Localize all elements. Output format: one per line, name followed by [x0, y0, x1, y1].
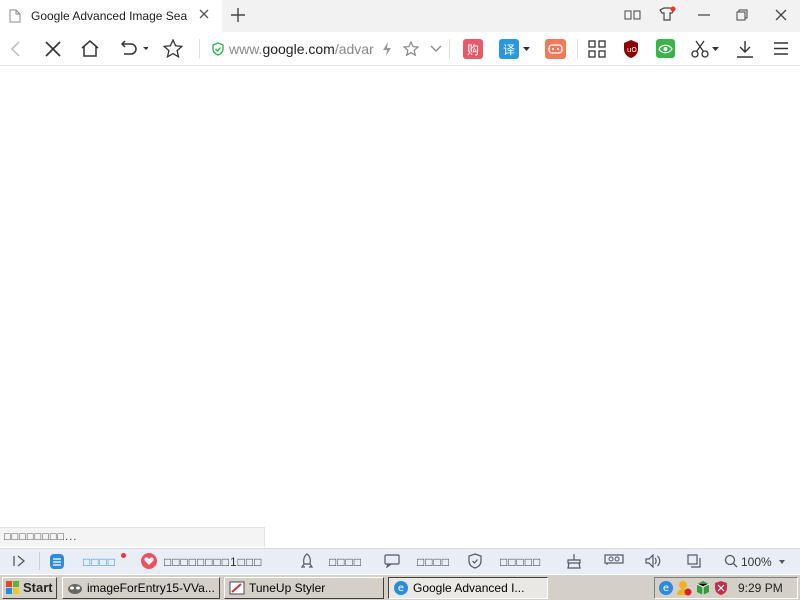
tab-title: Google Advanced Image Sea — [31, 9, 188, 23]
secure-shield-icon — [211, 42, 225, 56]
back-icon[interactable] — [10, 41, 20, 57]
comment-icon[interactable] — [384, 554, 400, 568]
statusbar-promo-label[interactable]: □□□□□□□□1□□□ — [164, 555, 262, 569]
zoom-icon[interactable] — [724, 554, 738, 568]
browser-status-bar: □□□□ □□□□□□□□1□□□ □□□□ □□□□ □□□□□ 100% — [0, 548, 800, 574]
taskbar-button-label: Google Advanced I... — [413, 581, 525, 595]
cleanup-icon[interactable] — [566, 553, 582, 569]
restore-icon[interactable] — [736, 9, 748, 21]
start-label: Start — [23, 580, 53, 595]
loading-status-text: □□□□□□□□... — [0, 527, 265, 547]
browser-app-icon: e — [394, 581, 408, 595]
taskbar-button-label: TuneUp Styler — [249, 581, 326, 595]
statusbar-speed-label[interactable]: □□□□ — [329, 555, 362, 569]
toolbar-separator — [199, 39, 200, 59]
tab-strip: Google Advanced Image Sea — [0, 0, 800, 32]
statusbar-security-label[interactable]: □□□□□ — [500, 555, 541, 569]
volume-icon[interactable] — [645, 554, 661, 568]
toolbar-separator — [449, 39, 450, 59]
start-button[interactable]: Start — [2, 577, 57, 599]
news-icon[interactable] — [50, 554, 64, 569]
taskbar-button-browser[interactable]: e Google Advanced I... — [388, 577, 548, 599]
lightning-icon[interactable] — [382, 42, 392, 56]
bookmark-star-icon[interactable] — [403, 41, 419, 56]
green-tray-icon[interactable] — [695, 580, 711, 596]
windows-taskbar: Start imageForEntry15-VVa... TuneUp Styl… — [0, 574, 800, 600]
notification-dot — [121, 553, 126, 558]
skin-icon[interactable] — [658, 6, 676, 22]
url-path: /advar — [334, 41, 374, 57]
minimize-icon[interactable] — [698, 14, 710, 16]
close-tab-icon[interactable] — [199, 9, 209, 19]
url-domain: google.com — [262, 41, 335, 57]
rocket-icon[interactable] — [300, 553, 314, 569]
user-warning-tray-icon[interactable] — [676, 580, 692, 596]
apps-grid-icon[interactable] — [588, 40, 606, 58]
home-icon[interactable] — [80, 39, 100, 57]
favorite-star-icon[interactable] — [163, 39, 183, 58]
graphics-card-icon[interactable] — [604, 554, 624, 566]
ublock-shield-icon[interactable]: uO — [622, 39, 640, 59]
game-extension-icon[interactable] — [545, 39, 566, 59]
browser-tray-icon[interactable]: e — [659, 581, 673, 595]
heart-icon[interactable] — [141, 553, 157, 569]
svg-text:uO: uO — [627, 46, 637, 54]
statusbar-news-label[interactable]: □□□□ — [83, 555, 116, 569]
toolbar-separator — [577, 39, 578, 59]
undo-icon[interactable] — [118, 40, 148, 56]
taskbar-button-label: imageForEntry15-VVa... — [87, 581, 215, 595]
shield-check-icon[interactable] — [468, 553, 482, 569]
zoom-level[interactable]: 100% — [741, 555, 772, 569]
system-clock[interactable]: 9:29 PM — [738, 581, 783, 595]
url-prefix: www. — [229, 41, 263, 57]
taskbar-button-tuneup[interactable]: TuneUp Styler — [224, 577, 384, 599]
page-content[interactable] — [0, 67, 800, 527]
window-copy-icon[interactable] — [687, 554, 701, 568]
eye-protect-icon[interactable] — [656, 39, 675, 58]
statusbar-separator — [39, 552, 40, 570]
statusbar-comment-label[interactable]: □□□□ — [417, 555, 450, 569]
tuneup-app-icon — [229, 581, 245, 595]
page-icon — [9, 9, 21, 23]
zoom-dropdown-icon[interactable] — [779, 560, 785, 564]
address-input[interactable]: www.google.com/advar — [229, 41, 374, 57]
stop-icon[interactable] — [45, 41, 61, 57]
sidebar-toggle-icon[interactable] — [13, 555, 27, 567]
menu-hamburger-icon[interactable] — [774, 42, 788, 55]
windows-logo-icon — [6, 581, 20, 595]
download-icon[interactable] — [736, 40, 754, 58]
translate-dropdown-icon[interactable] — [523, 47, 530, 51]
security-tray-icon[interactable] — [713, 580, 729, 596]
translate-extension-icon[interactable]: 译 — [499, 39, 519, 59]
tile-icon[interactable] — [624, 10, 642, 20]
tab-active[interactable]: Google Advanced Image Sea — [0, 0, 222, 32]
close-window-icon[interactable] — [775, 9, 787, 21]
taskbar-button-imageforentry[interactable]: imageForEntry15-VVa... — [62, 577, 220, 599]
scissors-icon[interactable] — [691, 40, 709, 58]
plus-icon[interactable] — [231, 8, 245, 22]
dropdown-chevron-icon[interactable] — [430, 45, 442, 53]
raccoon-app-icon — [67, 581, 83, 595]
screenshot-dropdown-icon[interactable] — [712, 47, 719, 51]
shopping-extension-icon[interactable]: 购 — [463, 39, 483, 59]
